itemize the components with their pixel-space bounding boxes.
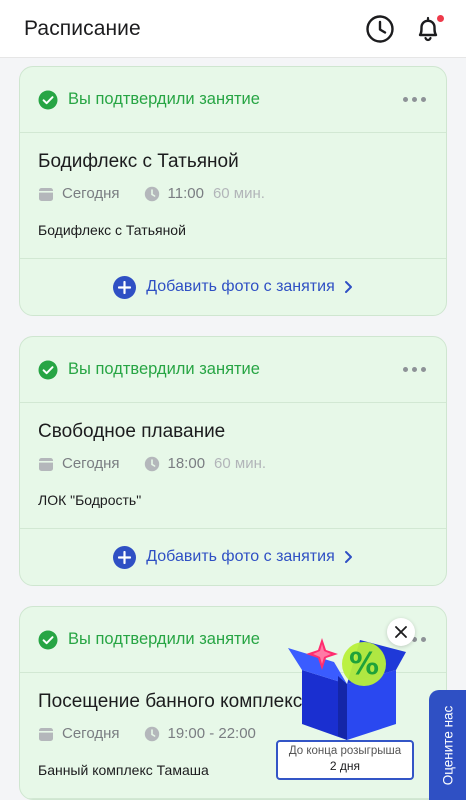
history-button[interactable]: [362, 11, 398, 47]
add-photo-button[interactable]: Добавить фото с занятия: [20, 529, 446, 585]
class-meta: Сегодня 18:00 60 мин.: [38, 455, 428, 472]
card-body: Свободное плавание Сегодня 18:00 60 мин.…: [20, 403, 446, 529]
svg-text:%: %: [349, 647, 379, 682]
page-title: Расписание: [24, 16, 141, 40]
class-time: 19:00 - 22:00: [167, 725, 256, 742]
more-options-icon[interactable]: [401, 361, 428, 378]
class-duration: 60 мин.: [212, 185, 265, 202]
calendar-icon: [38, 726, 54, 742]
class-time: 11:00: [167, 185, 204, 202]
notifications-button[interactable]: [410, 11, 446, 47]
check-circle-icon: [38, 630, 58, 649]
plus-icon: [113, 275, 137, 299]
close-icon[interactable]: [387, 618, 415, 646]
card-status-row: Вы подтвердили занятие: [20, 67, 446, 133]
raffle-countdown[interactable]: До конца розыгрыша 2 дня: [276, 740, 414, 780]
chevron-right-icon: [344, 280, 353, 294]
class-duration: 60 мин.: [214, 455, 267, 472]
schedule-card[interactable]: Вы подтвердили занятие Свободное плавани…: [19, 336, 447, 586]
add-photo-button[interactable]: Добавить фото с занятия: [20, 259, 446, 315]
raffle-countdown-value: 2 дня: [329, 759, 361, 773]
card-body: Бодифлекс с Татьяной Сегодня 11:00 60 ми…: [20, 133, 446, 259]
status-text: Вы подтвердили занятие: [68, 360, 260, 378]
class-location: ЛОК "Бодрость": [38, 492, 142, 508]
rate-us-tab[interactable]: Оцените нас: [429, 690, 466, 800]
class-day: Сегодня: [62, 455, 120, 472]
add-photo-label: Добавить фото с занятия: [146, 278, 335, 295]
raffle-countdown-label: До конца розыгрыша: [288, 745, 402, 757]
more-options-icon[interactable]: [401, 91, 428, 108]
status-text: Вы подтвердили занятие: [68, 90, 260, 108]
class-meta: Сегодня 11:00 60 мин.: [38, 185, 428, 202]
raffle-promo[interactable]: % До конца розыгрыша 2 дня: [276, 618, 416, 780]
class-day: Сегодня: [62, 725, 120, 742]
time-icon: [144, 186, 160, 202]
chevron-right-icon: [344, 550, 353, 564]
add-photo-label: Добавить фото с занятия: [146, 548, 335, 565]
app-header: Расписание: [0, 0, 466, 58]
class-title: Свободное плавание: [38, 421, 226, 442]
rate-us-label: Оцените нас: [440, 705, 455, 785]
calendar-icon: [38, 456, 54, 472]
plus-icon: [113, 545, 137, 569]
time-icon: [144, 726, 160, 742]
calendar-icon: [38, 186, 54, 202]
gift-box-percent-icon: %: [288, 638, 406, 740]
check-circle-icon: [38, 90, 58, 109]
check-circle-icon: [38, 360, 58, 379]
class-location: Бодифлекс с Татьяной: [38, 222, 186, 238]
schedule-card[interactable]: Вы подтвердили занятие Бодифлекс с Татья…: [19, 66, 447, 316]
class-day: Сегодня: [62, 185, 120, 202]
time-icon: [144, 456, 160, 472]
class-time: 18:00: [167, 455, 206, 472]
notification-badge: [436, 13, 445, 23]
clock-icon: [366, 14, 394, 43]
card-status-row: Вы подтвердили занятие: [20, 337, 446, 403]
class-title: Бодифлекс с Татьяной: [38, 151, 239, 172]
